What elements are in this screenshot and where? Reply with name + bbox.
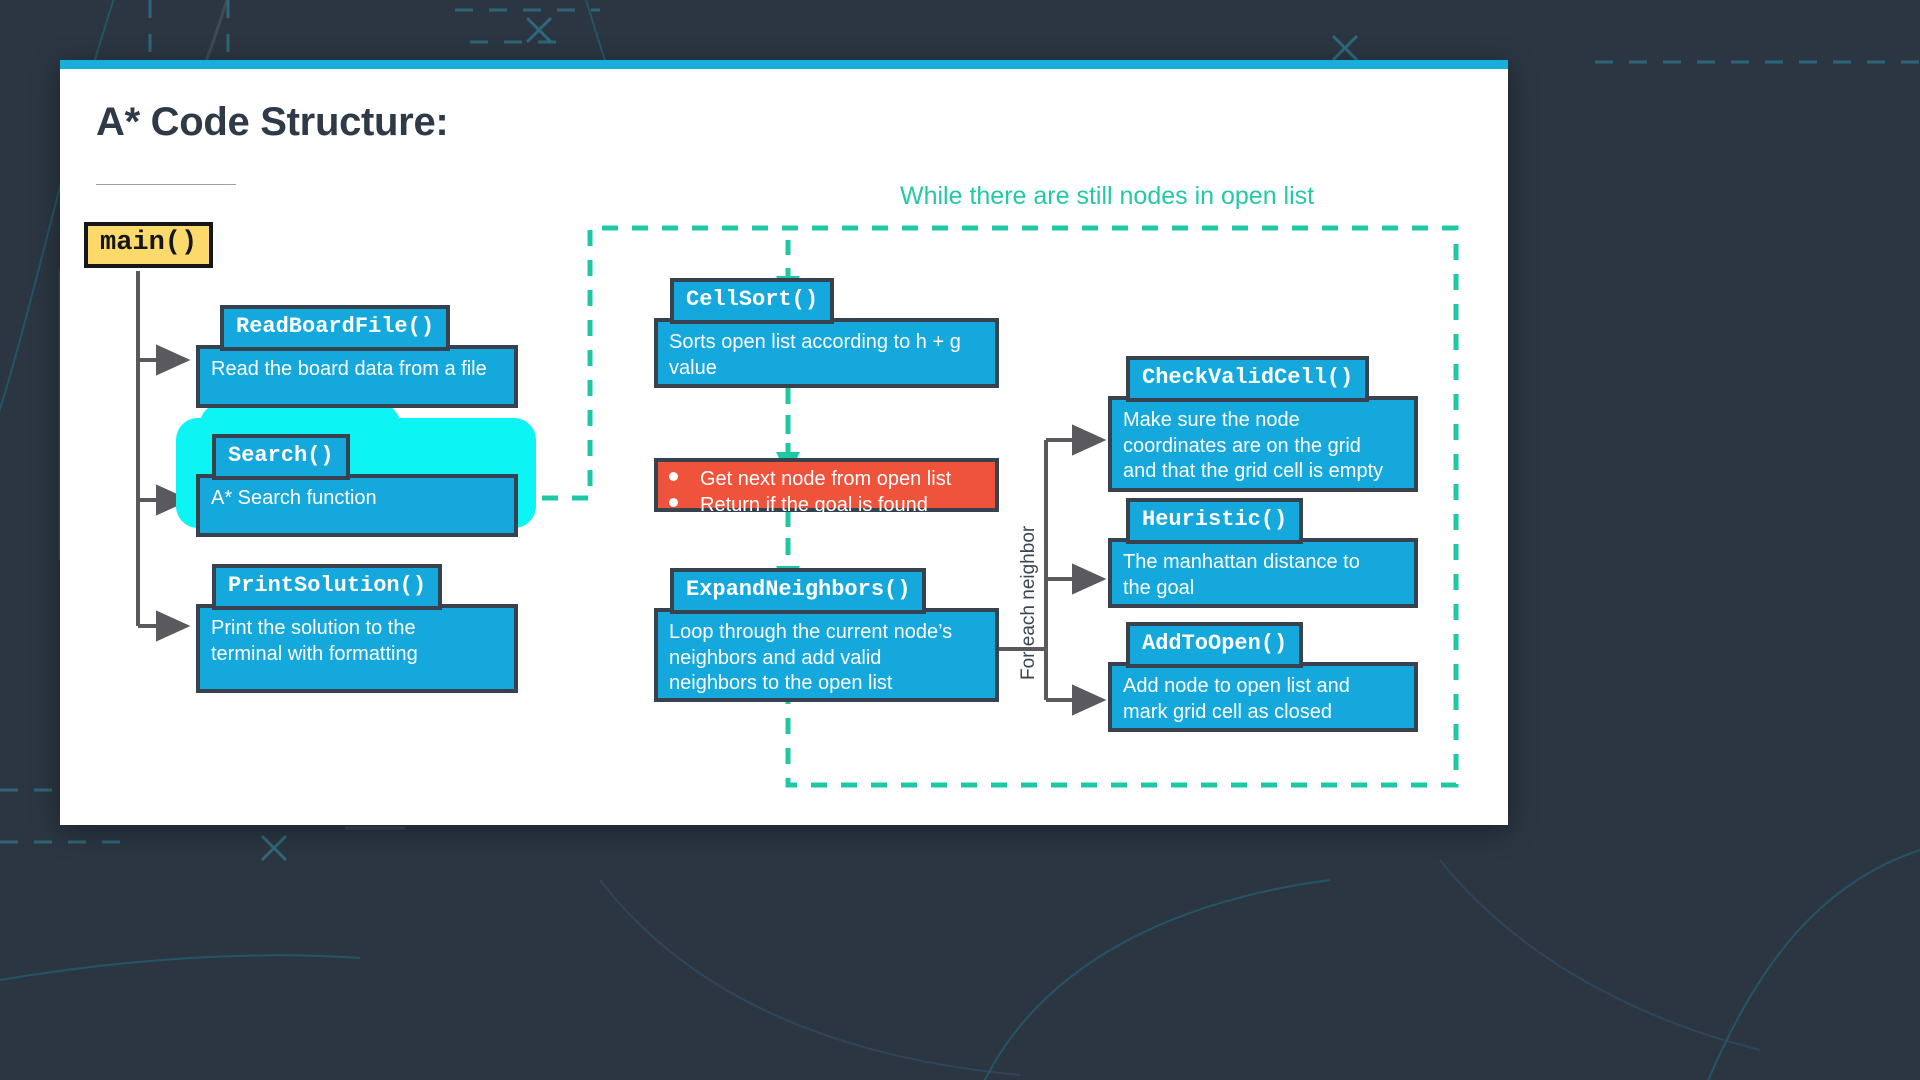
list-item: Return if the goal is found: [669, 493, 984, 519]
node-desc-add-to-open: Add node to open list and mark grid cell…: [1108, 662, 1418, 732]
slide-card: A* Code Structure: main() ReadBoardFile(…: [60, 60, 1508, 825]
node-desc-expand-neighbors: Loop through the current node’s neighbor…: [654, 608, 999, 702]
node-desc-search: A* Search function: [196, 474, 518, 537]
main-entry-node[interactable]: main(): [84, 222, 214, 268]
node-title-print-solution: PrintSolution(): [212, 564, 443, 610]
node-desc-cell-sort: Sorts open list according to h + g value: [654, 318, 999, 388]
node-title-check-valid-cell: CheckValidCell(): [1126, 356, 1370, 402]
node-title-cell-sort: CellSort(): [670, 278, 835, 324]
node-desc-check-valid-cell: Make sure the node coordinates are on th…: [1108, 396, 1418, 492]
node-desc-print-solution: Print the solution to the terminal with …: [196, 604, 518, 693]
node-get-next-list: Get next node from open list Return if t…: [654, 458, 999, 516]
node-title-search: Search(): [212, 434, 350, 480]
get-next-bullets: Get next node from open list Return if t…: [669, 467, 984, 518]
bullet-dot-icon: [669, 497, 678, 507]
list-item: Get next node from open list: [669, 467, 984, 493]
node-title-read-board-file: ReadBoardFile(): [220, 305, 451, 351]
node-title-expand-neighbors: ExpandNeighbors(): [670, 568, 927, 614]
bullet-text: Return if the goal is found: [700, 493, 928, 516]
loop-condition-label: While there are still nodes in open list: [900, 182, 1315, 210]
for-each-neighbor-label: For each neighbor: [1018, 525, 1039, 680]
node-desc-read-board-file: Read the board data from a file: [196, 345, 518, 408]
node-title-heuristic: Heuristic(): [1126, 498, 1304, 544]
node-title-add-to-open: AddToOpen(): [1126, 622, 1304, 668]
node-desc-heuristic: The manhattan distance to the goal: [1108, 538, 1418, 608]
bullet-dot-icon: [669, 472, 678, 481]
bullet-text: Get next node from open list: [700, 468, 952, 490]
